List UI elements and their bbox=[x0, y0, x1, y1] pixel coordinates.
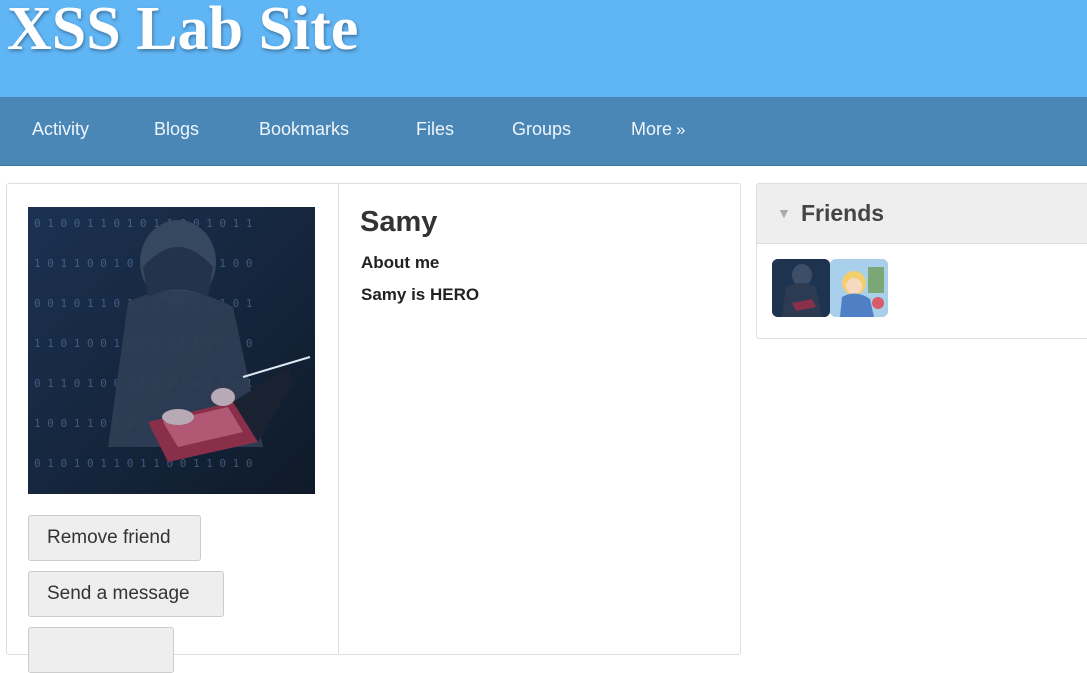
remove-friend-button[interactable]: Remove friend bbox=[28, 515, 201, 561]
nav-item-activity[interactable]: Activity bbox=[32, 119, 89, 140]
nav-item-files[interactable]: Files bbox=[416, 119, 454, 140]
nav-item-more[interactable]: More» bbox=[631, 119, 685, 140]
friend-avatar-image bbox=[830, 259, 888, 317]
send-message-button[interactable]: Send a message bbox=[28, 571, 224, 617]
about-me-label: About me bbox=[361, 253, 440, 272]
svg-text:0 1 0 1 0 1 1 0 1 1 0 0 1 1 0: 0 1 0 1 0 1 1 0 1 1 0 0 1 1 0 1 0 bbox=[34, 457, 253, 470]
svg-text:0 1 0 0 1 1 0 1 0 1 1 0 0 1 0: 0 1 0 0 1 1 0 1 0 1 1 0 0 1 0 1 1 bbox=[34, 217, 253, 230]
main-nav: Activity Blogs Bookmarks Files Groups Mo… bbox=[0, 97, 1087, 166]
friend-avatar-image bbox=[772, 259, 830, 317]
hacker-avatar-image: 0 1 0 0 1 1 0 1 0 1 1 0 0 1 0 1 1 1 0 1 … bbox=[28, 207, 315, 494]
nav-item-bookmarks[interactable]: Bookmarks bbox=[259, 119, 349, 140]
friends-header[interactable]: ▼ Friends bbox=[757, 184, 1087, 244]
nav-more-label: More bbox=[631, 119, 673, 139]
profile-name: Samy bbox=[360, 206, 438, 238]
friend-avatar[interactable] bbox=[830, 259, 888, 317]
profile-avatar: 0 1 0 0 1 1 0 1 0 1 1 0 0 1 0 1 1 1 0 1 … bbox=[28, 207, 315, 494]
friends-title: Friends bbox=[801, 200, 885, 226]
site-header: XSS Lab Site bbox=[0, 0, 1087, 97]
site-title[interactable]: XSS Lab Site bbox=[7, 0, 358, 65]
double-chevron-right-icon: » bbox=[676, 120, 686, 139]
nav-item-blogs[interactable]: Blogs bbox=[154, 119, 199, 140]
profile-divider bbox=[338, 184, 339, 654]
nav-item-groups[interactable]: Groups bbox=[512, 119, 571, 140]
about-me-text: Samy is HERO bbox=[361, 285, 480, 304]
friend-avatar[interactable] bbox=[772, 259, 830, 317]
profile-action-button[interactable] bbox=[28, 627, 174, 673]
friends-widget: ▼ Friends bbox=[756, 183, 1087, 339]
collapse-triangle-icon[interactable]: ▼ bbox=[777, 205, 791, 221]
